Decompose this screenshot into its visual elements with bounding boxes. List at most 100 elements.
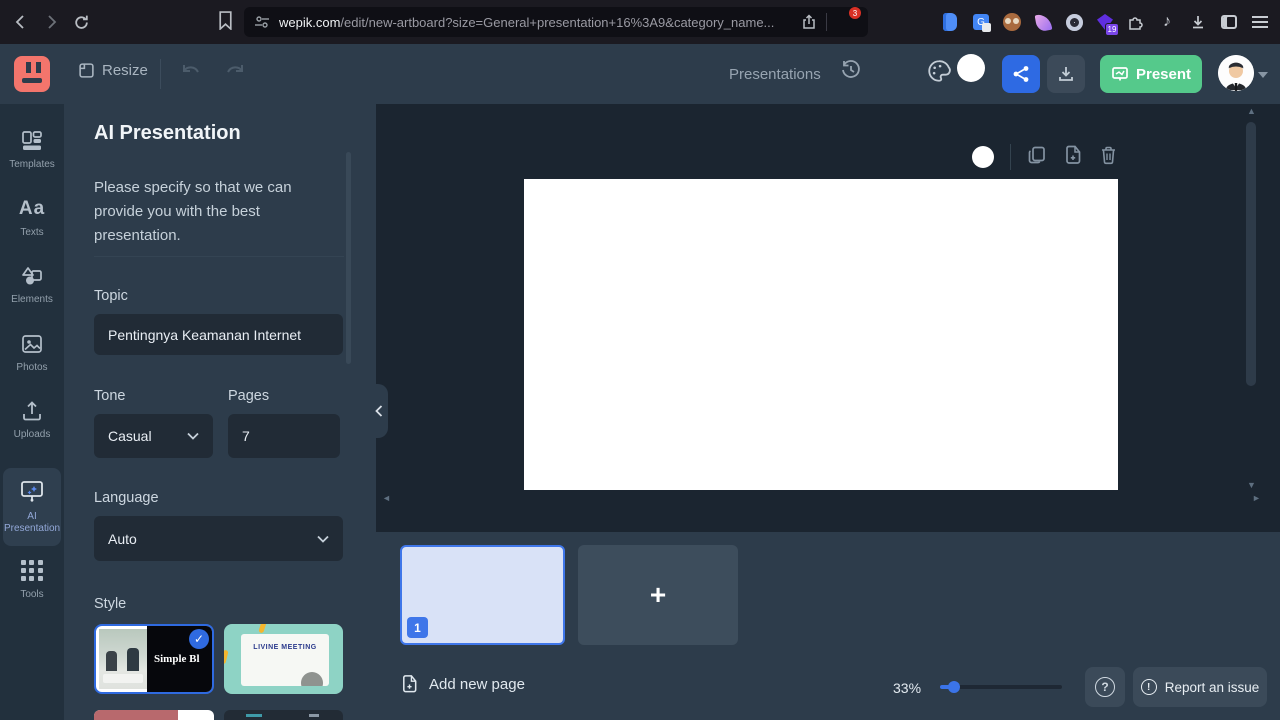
sidebar-label: Uploads — [13, 429, 51, 440]
add-new-page-label: Add new page — [429, 675, 525, 693]
browser-back-button[interactable] — [6, 7, 36, 37]
scroll-right-arrow[interactable]: ► — [1252, 494, 1261, 503]
browser-forward-button[interactable] — [36, 7, 66, 37]
scroll-down-arrow[interactable]: ▼ — [1247, 481, 1256, 490]
site-permissions-icon[interactable] — [254, 15, 270, 29]
music-extension-icon[interactable]: ♪ — [1157, 12, 1177, 32]
extensions-puzzle-icon[interactable] — [1126, 12, 1146, 32]
downloads-button[interactable] — [1188, 12, 1208, 32]
share-button[interactable] — [1002, 55, 1040, 93]
divider — [826, 13, 827, 31]
scroll-left-arrow[interactable]: ◄ — [382, 494, 391, 503]
tone-label: Tone — [94, 388, 126, 404]
slide-artboard[interactable] — [524, 179, 1118, 490]
sidebar-item-ai-presentation[interactable]: AI Presentation — [3, 467, 61, 546]
decorative-circle — [301, 672, 323, 686]
zoom-slider[interactable] — [940, 681, 1062, 693]
duplicate-page-button[interactable] — [1027, 145, 1047, 170]
gem-extension-icon[interactable]: 19 — [1095, 12, 1119, 36]
panel-description: Please specify so that we can provide yo… — [94, 179, 292, 244]
topic-input[interactable] — [94, 314, 343, 355]
sidebar-item-elements[interactable]: Elements — [3, 265, 61, 307]
question-icon: ? — [1095, 677, 1115, 697]
download-icon — [1059, 67, 1073, 81]
notes-extension-icon[interactable] — [940, 12, 960, 32]
bookmark-icon — [219, 11, 232, 31]
page-toolbar — [972, 144, 1118, 170]
theme-palette-button[interactable] — [926, 58, 952, 89]
resize-button[interactable]: Resize — [78, 62, 148, 79]
plus-icon: + — [649, 579, 667, 610]
topic-label: Topic — [94, 288, 128, 304]
side-panel-collapse-tab[interactable] — [370, 384, 388, 438]
vertical-scrollbar-thumb[interactable] — [1246, 122, 1256, 386]
add-new-page-button[interactable]: Add new page — [400, 674, 525, 694]
sidebar-item-texts[interactable]: Aa Texts — [3, 198, 61, 240]
account-caret-icon[interactable] — [1258, 72, 1268, 78]
chevron-down-icon — [187, 432, 199, 440]
style-option-partial[interactable] — [224, 710, 343, 720]
translate-extension-icon[interactable]: G — [971, 12, 991, 32]
browser-reload-button[interactable] — [66, 7, 96, 37]
redo-button[interactable] — [224, 62, 246, 82]
help-button[interactable]: ? — [1085, 667, 1125, 707]
share-page-button[interactable] — [801, 14, 817, 30]
present-button[interactable]: Present — [1100, 55, 1202, 93]
tone-select[interactable]: Casual — [94, 414, 213, 458]
canvas-area[interactable]: ▲ ▼ ◄ ► — [376, 104, 1280, 636]
duplicate-icon — [1028, 146, 1045, 163]
monkey-extension-icon[interactable] — [1002, 12, 1022, 32]
resize-icon — [79, 63, 94, 78]
sidebar-label: Templates — [9, 159, 55, 170]
style-option-simple-black[interactable]: Simple Bl ✓ — [94, 624, 214, 694]
bookmark-button[interactable] — [218, 11, 233, 35]
sidebar-label: Tools — [20, 588, 44, 600]
report-issue-button[interactable]: ! Report an issue — [1133, 667, 1267, 707]
chevron-down-icon — [317, 535, 329, 543]
pages-input[interactable] — [228, 414, 340, 458]
add-page-icon-button[interactable] — [1063, 145, 1083, 170]
panel-scrollbar[interactable] — [346, 152, 351, 364]
url-domain: wepik.com — [279, 14, 341, 30]
page-background-swatch[interactable] — [972, 146, 994, 168]
feather-extension-icon[interactable] — [1033, 12, 1053, 32]
download-button[interactable] — [1047, 55, 1085, 93]
privacy-shield-button[interactable]: 3 — [836, 7, 861, 33]
background-color-swatch[interactable] — [957, 54, 985, 82]
pages-panel: 1 + Add new page 33% ? ! Report an issue — [376, 532, 1280, 720]
add-page-tile[interactable]: + — [578, 545, 738, 645]
divider — [1010, 144, 1011, 170]
style-name: LIVINE MEETING — [253, 644, 317, 651]
sidebar-item-tools[interactable]: Tools — [3, 559, 61, 602]
style-option-livine-meeting[interactable]: LIVINE MEETING — [224, 624, 343, 694]
palette-icon — [928, 60, 951, 82]
photos-icon — [22, 334, 42, 353]
page-thumbnail-1[interactable]: 1 — [400, 545, 565, 645]
sidebar-item-uploads[interactable]: Uploads — [3, 400, 61, 442]
tool-sidebar: Templates Aa Texts Elements Photos Uploa… — [0, 104, 64, 720]
language-select[interactable]: Auto — [94, 516, 343, 561]
present-label: Present — [1135, 65, 1192, 83]
wepik-logo[interactable] — [14, 56, 50, 92]
sidebar-item-photos[interactable]: Photos — [3, 333, 61, 375]
scroll-up-arrow[interactable]: ▲ — [1247, 107, 1256, 116]
undo-button[interactable] — [180, 62, 202, 82]
page-plus-icon — [403, 675, 417, 693]
user-avatar[interactable] — [1218, 55, 1254, 91]
style-option-partial[interactable] — [94, 710, 214, 720]
menu-hamburger-icon[interactable] — [1250, 12, 1270, 32]
trash-icon — [1102, 146, 1115, 164]
sidebar-label: Photos — [16, 361, 48, 373]
undo-icon — [183, 65, 199, 73]
share-nodes-icon — [1013, 66, 1029, 82]
sidebar-label: Elements — [11, 294, 53, 305]
history-button[interactable] — [840, 59, 862, 86]
zoom-slider-thumb[interactable] — [948, 681, 960, 693]
sidebar-item-templates[interactable]: Templates — [3, 130, 61, 172]
url-bar[interactable]: wepik.com /edit/new-artboard?size=Genera… — [244, 7, 868, 37]
ring-extension-icon[interactable] — [1064, 12, 1084, 32]
delete-page-button[interactable] — [1099, 145, 1118, 170]
avatar-image — [1218, 55, 1254, 91]
sidebar-toggle-icon[interactable] — [1219, 12, 1239, 32]
editor-toolbar: Resize Presentations Present — [0, 44, 1280, 104]
